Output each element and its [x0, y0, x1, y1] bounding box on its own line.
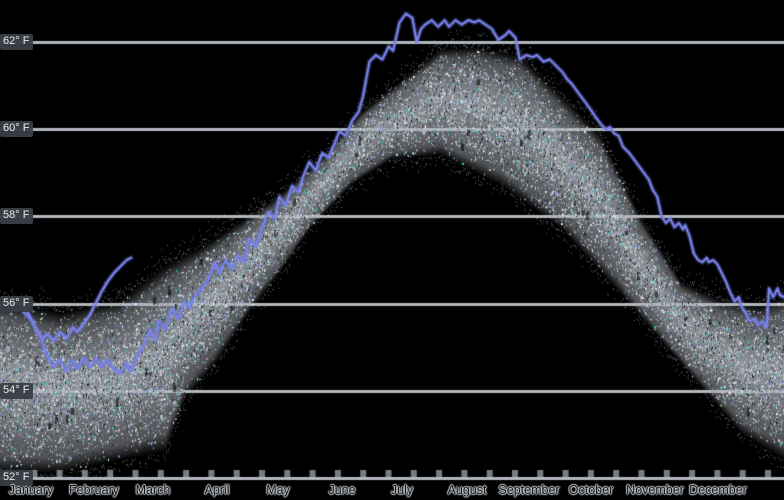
month-label-september: September [498, 483, 560, 497]
y-axis-label-60f: 60° F [0, 121, 34, 137]
y-axis-label-54f: 54° F [0, 383, 34, 399]
month-label-april: April [204, 483, 230, 497]
month-label-march: March [135, 483, 171, 497]
month-label-december: December [689, 483, 747, 497]
temperature-chart-canvas [0, 0, 784, 500]
month-label-june: June [328, 483, 356, 497]
month-label-july: July [390, 483, 414, 497]
y-axis-label-58f: 58° F [0, 208, 34, 224]
month-label-august: August [447, 483, 487, 497]
month-label-may: May [266, 483, 290, 497]
y-axis-label-56f: 56° F [0, 296, 34, 312]
month-label-october: October [568, 483, 614, 497]
y-axis-label-62f: 62° F [0, 34, 34, 50]
month-label-january: January [8, 483, 54, 497]
temperature-chart: 62° F 60° F 58° F 56° F 54° F 52° F Janu… [0, 0, 784, 500]
month-label-november: November [626, 483, 684, 497]
month-label-february: February [68, 483, 120, 497]
